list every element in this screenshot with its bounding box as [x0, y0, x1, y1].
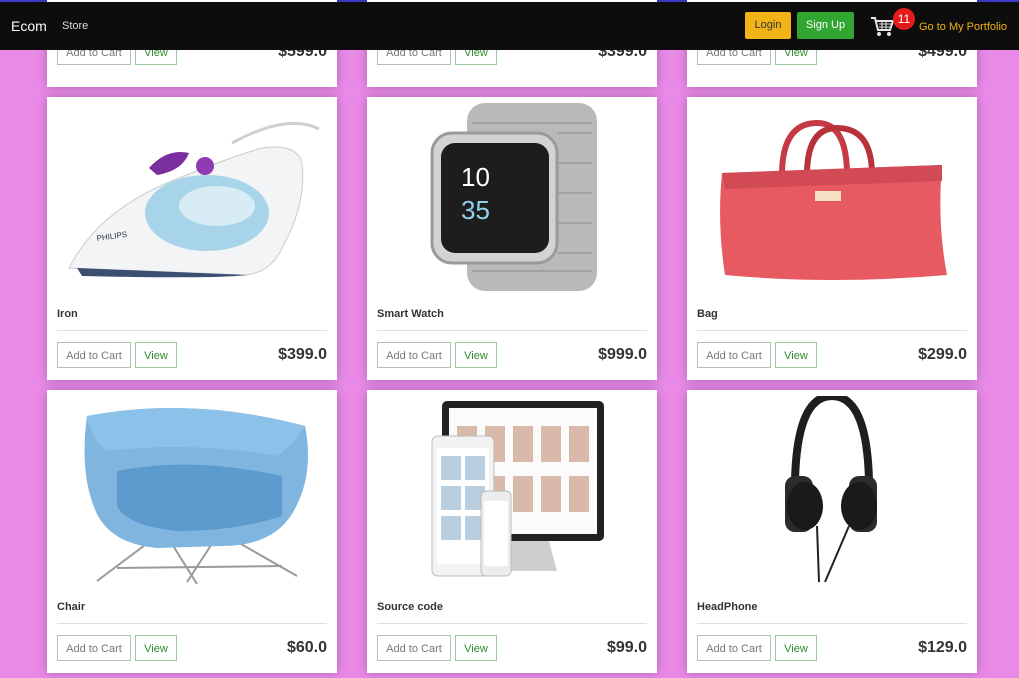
- chair-image[interactable]: [57, 396, 327, 585]
- store-link[interactable]: Store: [62, 20, 88, 32]
- add-to-cart-button[interactable]: Add to Cart: [377, 342, 451, 368]
- product-price: $299.0: [918, 346, 967, 363]
- divider: [377, 623, 647, 624]
- source-code-image[interactable]: [377, 396, 647, 584]
- product-price: $999.0: [598, 346, 647, 363]
- product-price: $129.0: [918, 639, 967, 656]
- view-button[interactable]: View: [135, 635, 177, 661]
- brand-link[interactable]: Ecom: [11, 18, 47, 34]
- product-name: Iron: [57, 308, 78, 320]
- cart-icon[interactable]: [870, 16, 895, 38]
- cart-count-badge: 11: [893, 8, 915, 30]
- view-button[interactable]: View: [135, 342, 177, 368]
- product-price: $399.0: [278, 346, 327, 363]
- product-price: $60.0: [286, 639, 327, 656]
- product-card-chair: Chair Add to Cart View $60.0: [47, 390, 337, 673]
- product-name: Smart Watch: [377, 308, 444, 320]
- product-card-smart-watch: 10 35 Smart Watch Add to Cart View $999.…: [367, 97, 657, 380]
- product-price: $99.0: [606, 639, 647, 656]
- divider: [697, 330, 967, 331]
- view-button[interactable]: View: [775, 342, 817, 368]
- add-to-cart-button[interactable]: Add to Cart: [57, 635, 131, 661]
- svg-text:10: 10: [461, 162, 490, 192]
- product-name: Chair: [57, 601, 86, 613]
- bag-image[interactable]: [697, 103, 967, 291]
- product-card-iron: PHILIPS Iron Add to Cart View $399.0: [47, 97, 337, 380]
- headphone-image[interactable]: [697, 391, 967, 584]
- product-card-source-code: Source code Add to Cart View $99.0: [367, 390, 657, 673]
- add-to-cart-button[interactable]: Add to Cart: [697, 635, 771, 661]
- product-card-headphone: HeadPhone Add to Cart View $129.0: [687, 390, 977, 673]
- product-card-bag: Bag Add to Cart View $299.0: [687, 97, 977, 380]
- product-name: Bag: [697, 308, 718, 320]
- divider: [377, 330, 647, 331]
- navbar: Ecom Store Login Sign Up 11 Go to My Por…: [0, 2, 1019, 50]
- product-name: Source code: [377, 601, 444, 613]
- iron-image[interactable]: PHILIPS: [57, 103, 327, 291]
- signup-button[interactable]: Sign Up: [797, 12, 854, 39]
- view-button[interactable]: View: [775, 635, 817, 661]
- smart-watch-image[interactable]: 10 35: [377, 103, 647, 291]
- product-name: HeadPhone: [697, 601, 758, 613]
- view-button[interactable]: View: [455, 342, 497, 368]
- add-to-cart-button[interactable]: Add to Cart: [57, 342, 131, 368]
- add-to-cart-button[interactable]: Add to Cart: [377, 635, 451, 661]
- view-button[interactable]: View: [455, 635, 497, 661]
- portfolio-link[interactable]: Go to My Portfolio: [919, 21, 1007, 33]
- login-button[interactable]: Login: [745, 12, 791, 39]
- divider: [697, 623, 967, 624]
- svg-text:35: 35: [461, 195, 490, 225]
- divider: [57, 623, 327, 624]
- add-to-cart-button[interactable]: Add to Cart: [697, 342, 771, 368]
- divider: [57, 330, 327, 331]
